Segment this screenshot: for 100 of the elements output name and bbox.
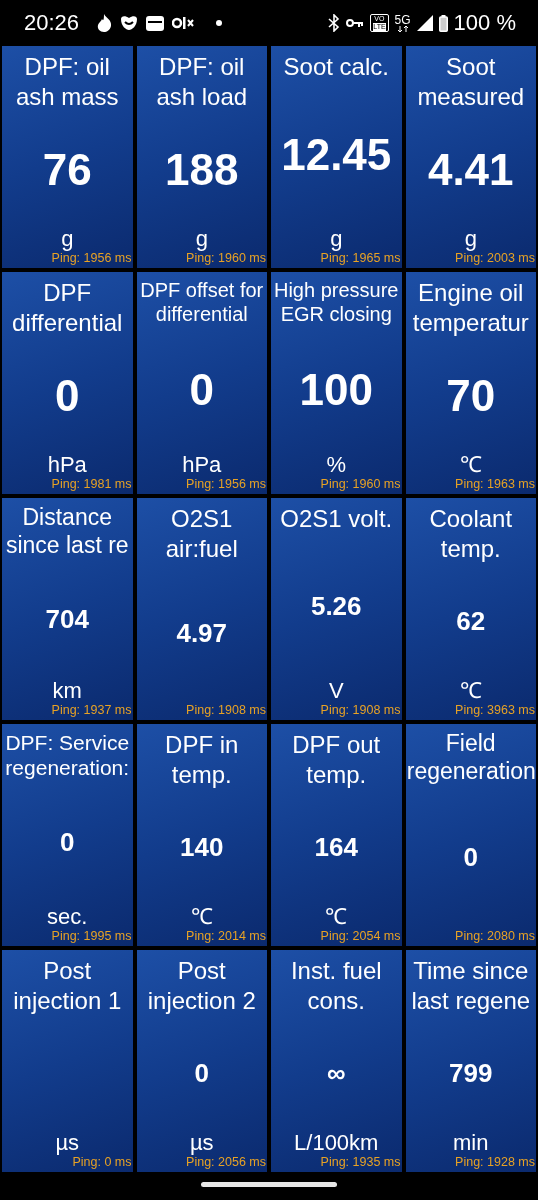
unit-label: min xyxy=(453,1131,489,1155)
unit-label: µs xyxy=(55,1131,80,1155)
gauge-tile[interactable]: High pressure EGR closing 100 % Ping: 1960 ms xyxy=(271,272,402,494)
gauge-value: 12.45 xyxy=(281,129,392,180)
network-type: 5G xyxy=(394,14,411,26)
gauge-title: Post injection 1 xyxy=(12,956,123,1016)
gauge-tile[interactable]: O2S1 air:fuel 4.97 Ping: 1908 ms xyxy=(136,498,267,720)
gauge-tile[interactable]: Post injection 2 0 µs Ping: 2056 ms xyxy=(136,950,267,1172)
gauge-value: ∞ xyxy=(326,1058,346,1089)
gauge-value: 4.97 xyxy=(176,618,228,649)
gauge-title: DPF offset for differential xyxy=(139,278,265,326)
unit-label: ℃ xyxy=(190,905,213,929)
gauge-title: High pressure EGR closing xyxy=(273,278,400,326)
gauge-value: 0 xyxy=(60,827,75,859)
smile-icon xyxy=(120,15,139,31)
gauge-value: 140 xyxy=(180,832,224,863)
ping-time: Ping: 1908 ms xyxy=(186,703,267,719)
signal-icon xyxy=(416,15,433,31)
gauge-title: Distance since last re xyxy=(4,503,130,560)
ping-time: Ping: 1956 ms xyxy=(186,477,267,493)
gauge-value: 164 xyxy=(314,832,358,863)
gauge-tile[interactable]: Time since last regene 799 min Ping: 1928 ms xyxy=(405,950,536,1172)
gauge-value: 799 xyxy=(449,1058,493,1089)
gauge-title: O2S1 volt. xyxy=(279,504,394,534)
unit-label: µs xyxy=(189,1131,214,1155)
gauge-title: DPF: oil ash mass xyxy=(14,52,120,112)
ping-time: Ping: 1963 ms xyxy=(455,477,536,493)
gauge-tile[interactable]: Coolant temp. 62 ℃ Ping: 3963 ms xyxy=(405,498,536,720)
gauge-value: 0 xyxy=(55,370,80,421)
gauge-value: 4.41 xyxy=(427,144,514,195)
gauge-tile[interactable]: DPF differential 0 hPa Ping: 1981 ms xyxy=(2,272,133,494)
unit-label: g xyxy=(61,227,74,251)
gauge-tile[interactable]: DPF: Service regeneration: 0 sec. Ping: 1995 ms xyxy=(2,724,133,946)
gauge-tile[interactable]: O2S1 volt. 5.26 V Ping: 1908 ms xyxy=(271,498,402,720)
dot-icon xyxy=(216,20,223,26)
ping-time: Ping: 2056 ms xyxy=(186,1155,267,1171)
ping-time: Ping: 3963 ms xyxy=(455,703,536,719)
clock-time: 20:26 xyxy=(24,10,80,36)
ping-time: Ping: 1956 ms xyxy=(51,251,133,267)
gauge-title: Soot measured xyxy=(416,52,526,112)
gauge-tile[interactable]: Distance since last re 704 km Ping: 1937 ms xyxy=(2,498,133,720)
ping-time: Ping: 0 ms xyxy=(72,1155,133,1171)
ping-time: Ping: 2014 ms xyxy=(186,929,267,945)
ping-time: Ping: 1981 ms xyxy=(51,477,133,493)
gauge-value: 704 xyxy=(45,603,89,635)
battery-percent: 100 % xyxy=(453,10,516,36)
gauge-title: DPF: oil ash load xyxy=(155,52,249,112)
gauge-title: Engine oil temperatur xyxy=(411,278,530,338)
unit-label: ℃ xyxy=(459,679,482,703)
gauge-tile[interactable]: Engine oil temperatur 70 ℃ Ping: 1963 ms xyxy=(405,272,536,494)
gauge-value: 62 xyxy=(456,606,486,637)
bluetooth-icon xyxy=(328,14,341,32)
gauge-tile[interactable]: Soot calc. 12.45 g Ping: 1965 ms xyxy=(271,46,402,268)
gauge-title: Soot calc. xyxy=(282,52,390,82)
ping-time: Ping: 1928 ms xyxy=(455,1155,536,1171)
gauge-title: DPF differential xyxy=(11,278,124,338)
gauge-tile[interactable]: DPF: oil ash load 188 g Ping: 1960 ms xyxy=(136,46,267,268)
gauge-value: 76 xyxy=(42,144,92,195)
gauge-title: Post injection 2 xyxy=(146,956,257,1016)
gauge-value: 0 xyxy=(189,364,214,415)
gauge-title: DPF in temp. xyxy=(164,730,240,790)
gauge-tile[interactable]: DPF: oil ash mass 76 g Ping: 1956 ms xyxy=(2,46,133,268)
gauge-title: O2S1 air:fuel xyxy=(164,504,239,564)
ping-time: Ping: 2054 ms xyxy=(320,929,402,945)
ping-time: Ping: 1965 ms xyxy=(320,251,402,267)
ping-time: Ping: 1960 ms xyxy=(186,251,267,267)
unit-label: g xyxy=(464,227,477,251)
gauge-title: DPF out temp. xyxy=(291,730,382,790)
ping-time: Ping: 1937 ms xyxy=(51,703,133,719)
gauge-tile[interactable]: Post injection 1 µs Ping: 0 ms xyxy=(2,950,133,1172)
logo-icon xyxy=(172,17,195,29)
gauge-value: 188 xyxy=(165,144,239,195)
ping-time: Ping: 2003 ms xyxy=(455,251,536,267)
gauge-title: Time since last regene xyxy=(410,956,532,1016)
gauge-value: 5.26 xyxy=(310,591,362,622)
battery-icon xyxy=(438,14,448,32)
unit-label: km xyxy=(52,679,82,703)
gauge-tile[interactable]: Inst. fuel cons. ∞ L/100km Ping: 1935 ms xyxy=(271,950,402,1172)
gauge-value: 0 xyxy=(194,1058,209,1089)
gauge-title: DPF: Service regeneration: xyxy=(4,730,131,781)
unit-label: ℃ xyxy=(459,453,482,477)
unit-label: hPa xyxy=(47,453,87,477)
gauge-tile[interactable]: DPF in temp. 140 ℃ Ping: 2014 ms xyxy=(136,724,267,946)
gauge-tile[interactable]: DPF offset for differential 0 hPa Ping: 1956 ms xyxy=(136,272,267,494)
gauge-tile[interactable]: Soot measured 4.41 g Ping: 2003 ms xyxy=(405,46,536,268)
gauge-tile[interactable]: DPF out temp. 164 ℃ Ping: 2054 ms xyxy=(271,724,402,946)
gauge-value: 100 xyxy=(299,364,373,415)
unit-label: g xyxy=(195,227,208,251)
unit-label: % xyxy=(326,453,347,477)
ping-time: Ping: 2080 ms xyxy=(455,929,536,945)
unit-label: g xyxy=(330,227,343,251)
gauge-title: Inst. fuel cons. xyxy=(289,956,383,1016)
gauge-title: Field regeneration xyxy=(405,729,536,786)
gauge-tile[interactable]: Field regeneration 0 Ping: 2080 ms xyxy=(405,724,536,946)
unit-label: L/100km xyxy=(294,1131,379,1155)
gauge-title: Coolant temp. xyxy=(428,504,514,564)
gauge-value: 70 xyxy=(446,370,496,421)
gauge-value: 0 xyxy=(463,841,478,873)
unit-label: V xyxy=(328,679,344,703)
home-handle[interactable] xyxy=(201,1181,337,1187)
